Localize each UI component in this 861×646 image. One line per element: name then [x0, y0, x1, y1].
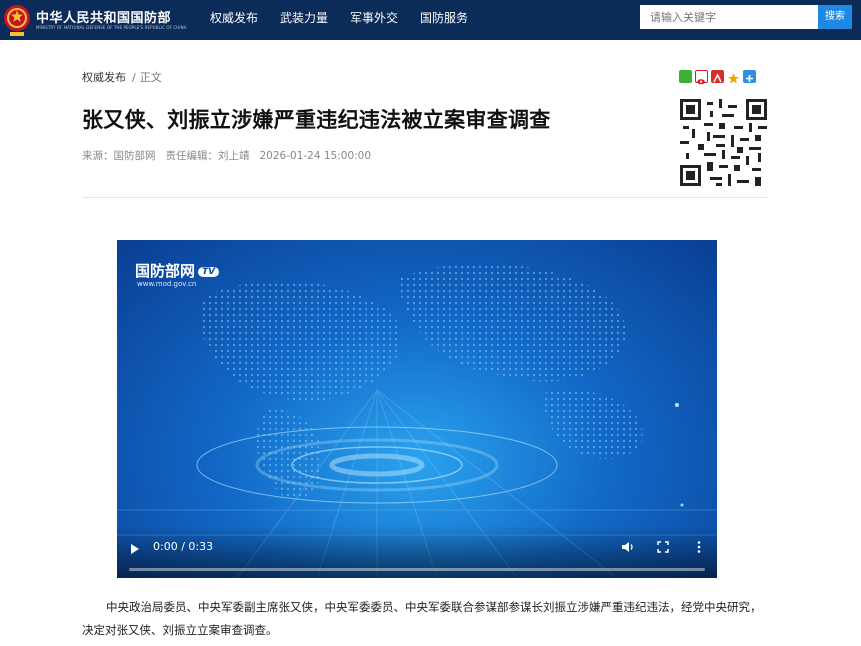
site-brand-title[interactable]: 中华人民共和国国防部: [36, 7, 171, 26]
article-datetime: 2026-01-24 15:00:00: [259, 150, 372, 162]
play-icon[interactable]: [131, 544, 139, 554]
favorite-star-icon[interactable]: [727, 70, 740, 84]
header-divider: [82, 197, 767, 198]
breadcrumb-current: 正文: [139, 71, 162, 84]
volume-icon[interactable]: [620, 539, 636, 555]
qr-code-image: [680, 99, 767, 186]
video-player[interactable]: 国防部网 TV www.mod.gov.cn 0:00 / 0:33: [117, 240, 717, 578]
more-options-icon[interactable]: [691, 539, 707, 555]
nav-item-defense-services[interactable]: 国防服务: [420, 0, 468, 40]
top-header: 中华人民共和国国防部 MINISTRY OF NATIONAL DEFENSE …: [0, 0, 861, 40]
video-progress-bar[interactable]: [129, 568, 705, 571]
national-emblem-icon[interactable]: [2, 3, 32, 37]
video-logo-badge: TV: [198, 266, 220, 277]
fullscreen-icon[interactable]: [655, 539, 671, 555]
article-source: 来源：国防部网: [82, 150, 156, 162]
video-channel-url: www.mod.gov.cn: [137, 280, 197, 288]
article-editor: 责任编辑：刘上靖: [165, 150, 250, 162]
nav-item-authoritative-release[interactable]: 权威发布: [210, 0, 258, 40]
breadcrumb-separator: /: [132, 71, 136, 84]
breadcrumb: 权威发布 / 正文: [82, 69, 162, 85]
video-channel-logo: 国防部网 TV: [135, 260, 220, 281]
article-title: 张又侠、刘振立涉嫌严重违纪违法被立案审查调查: [82, 108, 551, 132]
search-input[interactable]: [640, 5, 818, 29]
breadcrumb-section-link[interactable]: 权威发布: [82, 71, 126, 84]
search-button[interactable]: 搜索: [818, 5, 852, 29]
main-nav: 权威发布 武装力量 军事外交 国防服务: [210, 0, 490, 40]
nav-item-armed-forces[interactable]: 武装力量: [280, 0, 328, 40]
wechat-icon[interactable]: [679, 70, 692, 83]
plus-icon[interactable]: [743, 70, 756, 83]
nav-item-military-diplomacy[interactable]: 军事外交: [350, 0, 398, 40]
weibo-icon[interactable]: [695, 70, 708, 85]
video-logo-text: 国防部网: [135, 262, 196, 280]
share-toolbar: [679, 70, 756, 85]
pdf-icon[interactable]: [711, 70, 724, 83]
article-body-paragraph: 中央政治局委员、中央军委副主席张又侠，中央军委委员、中央军委联合参谋部参谋长刘振…: [82, 600, 762, 637]
site-brand-subtitle: MINISTRY OF NATIONAL DEFENSE OF THE PEOP…: [36, 25, 187, 30]
video-time-display: 0:00 / 0:33: [153, 540, 214, 553]
article-meta: 来源：国防部网 责任编辑：刘上靖 2026-01-24 15:00:00: [82, 148, 381, 163]
video-controls-bar: 0:00 / 0:33: [117, 526, 717, 578]
